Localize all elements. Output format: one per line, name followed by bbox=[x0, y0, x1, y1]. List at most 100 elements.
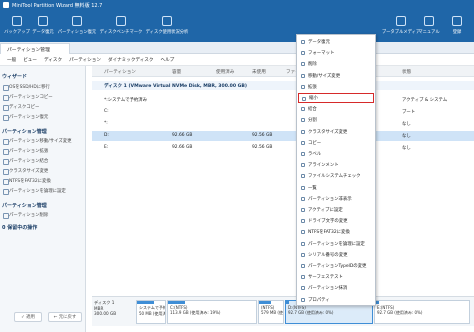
menu-general[interactable]: 一般 bbox=[7, 57, 16, 63]
menu-disk[interactable]: ディスク bbox=[44, 57, 62, 63]
disk-map-partition[interactable]: E:(NTFS) 92.7 GB (使用済み: 0%) bbox=[374, 300, 470, 324]
context-menu-label: データ復元 bbox=[308, 40, 330, 45]
table-row[interactable]: *:システムで予約済み アクティブ & システム bbox=[92, 95, 474, 105]
sidebar-item-copy-partition[interactable]: パーティションコピー bbox=[3, 94, 53, 101]
context-menu-item[interactable]: 結合 bbox=[298, 104, 374, 114]
context-menu-item[interactable]: パーティションTypeIDの変更 bbox=[298, 261, 374, 271]
partition-table: パーティション 容量 使用済み 未使用 ファイル 状態 ディスク 1 (VMwa… bbox=[92, 66, 474, 332]
sidebar-section-partition-management: パーティション管理 bbox=[2, 203, 47, 209]
sidebar-item-extend[interactable]: パーティション拡張 bbox=[2, 148, 48, 155]
partition-usage-bar bbox=[168, 301, 185, 304]
sidebar-item-migrate-os[interactable]: OSをSSD/HDに移行 bbox=[3, 84, 50, 91]
menu-item-icon bbox=[301, 62, 305, 67]
context-menu-label: パーティション抹消 bbox=[308, 286, 348, 292]
disk-map-partition[interactable]: (NTFS) 579 MB (使 bbox=[258, 300, 284, 324]
context-menu-item[interactable]: アラインメント bbox=[298, 160, 374, 170]
context-menu-item[interactable]: データ復元 bbox=[298, 37, 374, 47]
context-menu-item[interactable]: NTFSをFAT32に変換 bbox=[298, 227, 374, 237]
context-menu-label: フォーマット bbox=[308, 51, 335, 57]
menu-item-icon bbox=[301, 51, 305, 56]
space-analyzer-button[interactable]: ディスク使用状況分析 bbox=[146, 16, 188, 42]
menu-item-icon bbox=[301, 252, 305, 257]
disk-map-label[interactable]: ディスク 1 MBR 300.00 GB bbox=[94, 300, 136, 324]
context-menu-item[interactable]: 削除 bbox=[298, 59, 374, 69]
context-menu-label: 削除 bbox=[308, 62, 317, 68]
menu-item-icon bbox=[301, 40, 305, 44]
data-recovery-button[interactable]: データ復元 bbox=[26, 16, 60, 42]
context-menu-item[interactable]: 一覧 bbox=[298, 183, 374, 193]
menu-item-icon bbox=[301, 219, 305, 224]
context-menu-label: 縮小 bbox=[309, 96, 318, 101]
context-menu-item[interactable]: パーティション抹消 bbox=[298, 283, 374, 293]
context-menu-label: 一覧 bbox=[308, 185, 317, 191]
sidebar-item-ntfs-fat32[interactable]: NTFSをFAT32に変換 bbox=[3, 178, 51, 185]
menu-item-icon bbox=[301, 275, 305, 280]
col-status: 状態 bbox=[402, 70, 412, 75]
menu-item-icon bbox=[301, 185, 305, 190]
table-row[interactable]: C: ブート bbox=[92, 107, 474, 117]
table-row[interactable]: E: 92.66 GB 92.56 GB なし bbox=[92, 143, 474, 153]
menu-item-icon bbox=[301, 84, 305, 89]
table-row-selected[interactable]: D: 92.66 GB 92.56 GB なし bbox=[92, 131, 474, 141]
disk-benchmark-button[interactable]: ディスクベンチマーク bbox=[100, 16, 142, 42]
table-row[interactable]: *: なし bbox=[92, 119, 474, 129]
context-menu-label: ファイルシステムチェック bbox=[308, 174, 361, 180]
context-menu-label: NTFSをFAT32に変換 bbox=[308, 230, 350, 236]
context-menu-label: ラベル bbox=[308, 152, 322, 157]
disk-map-partition[interactable]: C:(NTFS) 113.9 GB (使用済み: 19%) bbox=[167, 300, 257, 324]
partition-recovery-button[interactable]: パーティション復元 bbox=[58, 16, 96, 42]
sidebar-item-set-logical[interactable]: パーティションを論理に設定 bbox=[3, 188, 66, 195]
sidebar-item-cluster-size[interactable]: クラスタサイズ変更 bbox=[2, 168, 48, 175]
disk-map-partition[interactable]: システムで予約 50 MB (使用済: bbox=[136, 300, 166, 324]
title-bar: MiniTool Partition Wizard 無料版 12.7 bbox=[0, 0, 474, 10]
context-menu-item[interactable]: 分割 bbox=[298, 115, 374, 125]
context-menu-item[interactable]: ドライブ文字の変更 bbox=[298, 216, 374, 226]
context-menu-item[interactable]: ラベル bbox=[298, 149, 374, 159]
context-menu-label: 結合 bbox=[308, 107, 317, 113]
menu-item-icon bbox=[301, 196, 305, 201]
sidebar-item-move-resize[interactable]: パーティション移動/サイズ変更 bbox=[3, 138, 72, 145]
sidebar-item-delete[interactable]: パーティション削除 bbox=[2, 212, 48, 219]
context-menu-label: パーティション非表示 bbox=[308, 196, 352, 202]
sidebar-item-merge[interactable]: パーティション結合 bbox=[2, 158, 48, 165]
context-menu: データ復元フォーマット 削除移動/サイズ変更拡張縮小結合分割クラスタサイズ変更コピ… bbox=[296, 34, 376, 306]
context-menu-item[interactable]: パーティションを論理に設定 bbox=[298, 239, 374, 249]
menu-view[interactable]: ビュー bbox=[23, 57, 37, 63]
context-menu-item[interactable]: プロパティ bbox=[298, 295, 374, 305]
context-menu-label: パーティションを論理に設定 bbox=[308, 241, 365, 247]
register-button[interactable]: 登録 bbox=[440, 16, 474, 42]
context-menu-item[interactable]: アクティブに設定 bbox=[298, 205, 374, 215]
sidebar-item-partition-recovery[interactable]: パーティション復元 bbox=[2, 114, 48, 121]
menu-item-icon bbox=[301, 241, 305, 246]
sidebar: ウィザード OSをSSD/HDに移行 パーティションコピー ディスクコピー パー… bbox=[0, 66, 86, 332]
context-menu-item[interactable]: シリアル番号の変更 bbox=[298, 250, 374, 260]
table-header: パーティション 容量 使用済み 未使用 ファイル 状態 bbox=[92, 66, 474, 77]
menu-partition[interactable]: パーティション bbox=[69, 57, 101, 63]
context-menu-label: サーフェステスト bbox=[308, 275, 343, 281]
sidebar-item-copy-disk[interactable]: ディスクコピー bbox=[2, 104, 39, 111]
context-menu-item[interactable]: クラスタサイズ変更 bbox=[298, 127, 374, 137]
menu-bar: 一般 ビュー ディスク パーティション ダイナミックディスク ヘルプ bbox=[0, 54, 474, 66]
menu-dynamic-disk[interactable]: ダイナミックディスク bbox=[108, 57, 154, 63]
context-menu-item[interactable]: 移動/サイズ変更 bbox=[298, 71, 374, 81]
context-menu-item[interactable]: サーフェステスト bbox=[298, 272, 374, 282]
context-menu-item[interactable]: ファイルシステムチェック bbox=[298, 171, 374, 181]
context-menu-item[interactable]: 拡張 bbox=[298, 82, 374, 92]
disk-1-row[interactable]: ディスク 1 (VMware Virtual NVMe Disk, MBR, 3… bbox=[92, 81, 474, 90]
undo-button[interactable]: ← 元に戻す bbox=[48, 312, 82, 322]
context-menu-label: プロパティ bbox=[308, 297, 330, 303]
context-menu-item[interactable]: フォーマット bbox=[298, 48, 374, 58]
menu-item-icon bbox=[302, 97, 306, 101]
context-menu-item[interactable]: コピー bbox=[298, 138, 374, 148]
context-menu-item[interactable]: 縮小 bbox=[298, 93, 374, 103]
context-menu-label: パーティションTypeIDの変更 bbox=[308, 264, 367, 269]
context-menu-label: 移動/サイズ変更 bbox=[308, 73, 341, 79]
sidebar-section-wizard: ウィザード bbox=[2, 74, 28, 80]
backup-icon bbox=[12, 16, 22, 26]
context-menu-label: クラスタサイズ変更 bbox=[308, 129, 348, 135]
tab-partition-management[interactable]: パーティション管理 bbox=[0, 43, 70, 54]
menu-help[interactable]: ヘルプ bbox=[160, 57, 174, 63]
context-menu-label: アラインメント bbox=[308, 163, 339, 169]
apply-button[interactable]: ✓ 適用 bbox=[14, 312, 42, 322]
context-menu-item[interactable]: パーティション非表示 bbox=[298, 194, 374, 204]
